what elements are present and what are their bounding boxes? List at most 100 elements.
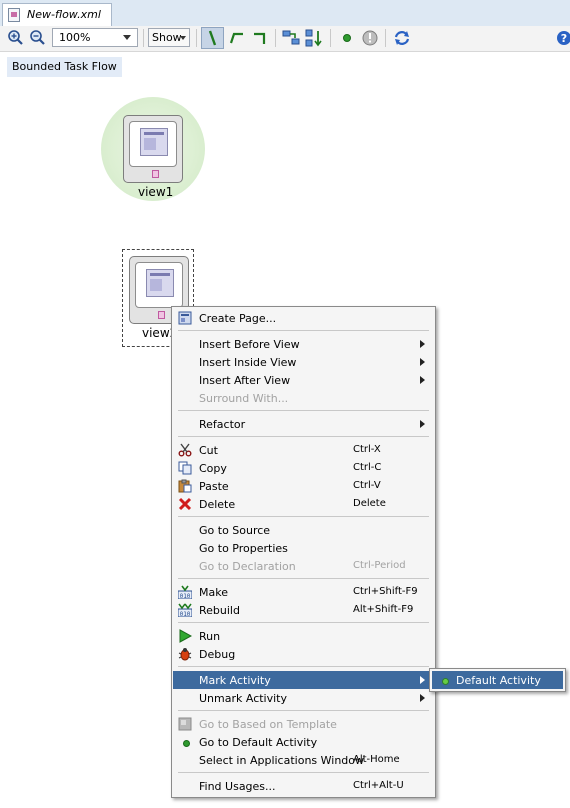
- show-dropdown-button[interactable]: Show: [148, 28, 190, 47]
- default-activity-dot-icon: [437, 673, 451, 687]
- show-label: Show: [152, 31, 182, 44]
- menu-item-insert-after-view[interactable]: Insert After View: [173, 371, 434, 389]
- create-page-icon: [178, 311, 192, 325]
- refresh-icon[interactable]: [392, 28, 412, 48]
- zoom-in-icon[interactable]: [6, 28, 26, 48]
- make-icon: 010: [177, 585, 193, 600]
- menu-item-copy[interactable]: Copy Ctrl-C: [173, 459, 434, 477]
- menu-item-paste[interactable]: Paste Ctrl-V: [173, 477, 434, 495]
- menu-label: Insert Inside View: [199, 356, 297, 369]
- view-activity-node-view1[interactable]: [123, 115, 183, 183]
- menu-separator: [178, 410, 429, 411]
- menu-item-run[interactable]: Run: [173, 627, 434, 645]
- zoom-out-icon[interactable]: [28, 28, 48, 48]
- help-icon[interactable]: ?: [554, 28, 570, 48]
- menu-item-cut[interactable]: Cut Ctrl-X: [173, 441, 434, 459]
- menu-label: Go to Default Activity: [199, 736, 318, 749]
- default-activity-dot: [442, 678, 449, 685]
- submenu-arrow-icon: [420, 694, 425, 702]
- page-badge-icon: [158, 311, 165, 319]
- menu-label: Select in Applications Window: [199, 754, 365, 767]
- toolbar-separator: [385, 29, 386, 47]
- menu-item-debug[interactable]: Debug: [173, 645, 434, 663]
- menu-item-refactor[interactable]: Refactor: [173, 415, 434, 433]
- page-picture: [140, 128, 168, 156]
- layout-horizontal-icon[interactable]: [281, 28, 301, 48]
- menu-separator: [178, 436, 429, 437]
- menu-item-find-usages[interactable]: Find Usages... Ctrl+Alt-U: [173, 777, 434, 795]
- menu-item-insert-before-view[interactable]: Insert Before View: [173, 335, 434, 353]
- menu-label: Mark Activity: [199, 674, 271, 687]
- tab-label: New-flow.xml: [27, 8, 101, 21]
- menu-label: Debug: [199, 648, 236, 661]
- submenu-arrow-icon: [420, 340, 425, 348]
- menu-shortcut: Alt-Home: [353, 754, 400, 765]
- menu-label: Create Page...: [199, 312, 277, 325]
- submenu-arrow-icon: [420, 376, 425, 384]
- diagram-toolbar: 100% Show ?: [0, 26, 570, 52]
- editor-tab-strip: New-flow.xml: [0, 0, 570, 27]
- submenu-arrow-icon: [420, 676, 425, 684]
- menu-item-rebuild[interactable]: 010 Rebuild Alt+Shift-F9: [173, 601, 434, 619]
- menu-shortcut: Ctrl-C: [353, 462, 382, 473]
- menu-item-create-page[interactable]: Create Page...: [173, 309, 434, 327]
- template-icon: [178, 717, 192, 731]
- toolbar-separator: [143, 29, 144, 47]
- page-icon: [129, 121, 177, 167]
- page-badge-icon: [152, 170, 159, 178]
- menu-item-mark-activity[interactable]: Mark Activity: [173, 671, 434, 689]
- menu-label: Insert After View: [199, 374, 291, 387]
- menu-separator: [178, 330, 429, 331]
- menu-shortcut: Ctrl-Period: [353, 560, 406, 571]
- context-menu: Create Page... Insert Before View Insert…: [171, 306, 436, 798]
- bounded-task-flow-label: Bounded Task Flow: [7, 57, 122, 77]
- copy-icon: [178, 461, 192, 475]
- menu-label: Rebuild: [199, 604, 240, 617]
- menu-separator: [178, 710, 429, 711]
- menu-item-select-in-applications-window[interactable]: Select in Applications Window Alt-Home: [173, 751, 434, 769]
- menu-separator: [178, 578, 429, 579]
- menu-item-make[interactable]: 010 Make Ctrl+Shift-F9: [173, 583, 434, 601]
- zoom-level-value: 100%: [59, 31, 91, 44]
- elbow-line-left-icon[interactable]: [227, 28, 247, 48]
- straight-line-button[interactable]: [201, 27, 224, 49]
- chevron-down-icon: [180, 36, 186, 40]
- menu-item-insert-inside-view[interactable]: Insert Inside View: [173, 353, 434, 371]
- menu-label: Make: [199, 586, 228, 599]
- delete-x-icon: [178, 497, 192, 511]
- menu-label: Run: [199, 630, 221, 643]
- menu-item-unmark-activity[interactable]: Unmark Activity: [173, 689, 434, 707]
- menu-label: Delete: [199, 498, 236, 511]
- toolbar-separator: [275, 29, 276, 47]
- menu-item-go-to-source[interactable]: Go to Source: [173, 521, 434, 539]
- menu-label: Cut: [199, 444, 218, 457]
- zoom-level-select[interactable]: 100%: [52, 28, 138, 47]
- menu-label: Paste: [199, 480, 229, 493]
- menu-label: Go to Declaration: [199, 560, 296, 573]
- menu-item-default-activity[interactable]: Default Activity: [432, 671, 563, 689]
- exception-handler-icon[interactable]: [360, 28, 380, 48]
- layout-vertical-icon[interactable]: [304, 28, 324, 48]
- menu-separator: [178, 622, 429, 623]
- run-icon: [178, 629, 193, 643]
- menu-label: Go to Source: [199, 524, 271, 537]
- menu-item-go-to-default-activity[interactable]: Go to Default Activity: [173, 733, 434, 751]
- menu-label: Unmark Activity: [199, 692, 288, 705]
- mark-activity-submenu: Default Activity: [429, 668, 566, 692]
- menu-item-delete[interactable]: Delete Delete: [173, 495, 434, 513]
- menu-label: Default Activity: [456, 674, 541, 687]
- menu-shortcut: Ctrl+Shift-F9: [353, 586, 418, 597]
- menu-separator: [178, 772, 429, 773]
- tab-new-flow[interactable]: New-flow.xml: [2, 3, 112, 26]
- scissors-icon: [178, 443, 192, 457]
- default-activity-dot-icon[interactable]: [337, 28, 357, 48]
- bug-icon: [178, 647, 192, 661]
- rebuild-icon: 010: [177, 603, 193, 618]
- elbow-line-right-icon[interactable]: [250, 28, 270, 48]
- node-label-view1[interactable]: view1: [138, 185, 173, 199]
- menu-shortcut: Delete: [353, 498, 386, 509]
- menu-item-go-to-properties[interactable]: Go to Properties: [173, 539, 434, 557]
- menu-label: Go to Based on Template: [199, 718, 337, 731]
- menu-separator: [178, 516, 429, 517]
- chevron-down-icon: [123, 35, 131, 40]
